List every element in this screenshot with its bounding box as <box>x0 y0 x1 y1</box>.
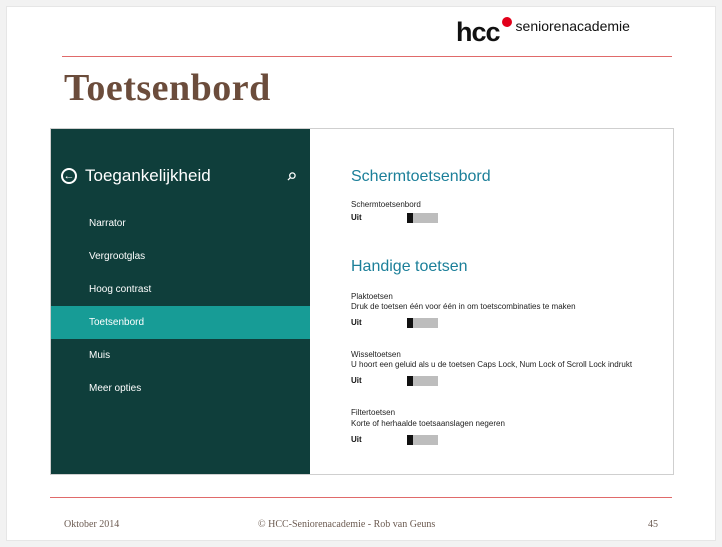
section-heading-screen-keyboard: Schermtoetsenbord <box>351 168 491 185</box>
sidebar-title: Toegankelijkheid <box>85 166 211 185</box>
sidebar-item-toetsenbord[interactable]: Toetsenbord <box>51 306 310 339</box>
toggle-keys-toggle[interactable] <box>407 376 438 386</box>
toggle-knob <box>407 213 413 223</box>
footer-date: Oktober 2014 <box>64 519 120 530</box>
back-arrow-icon[interactable]: ← <box>61 168 77 184</box>
toggle-keys-value: Uit <box>351 376 362 385</box>
sidebar-item-narrator[interactable]: Narrator <box>51 207 310 240</box>
slide: hcc seniorenacademie Toetsenbord ← Toega… <box>0 0 722 547</box>
sidebar-item-muis[interactable]: Muis <box>51 339 310 372</box>
sidebar-item-label: Toetsenbord <box>89 317 145 328</box>
toggle-keys-description: U hoort een geluid als u de toetsen Caps… <box>351 360 633 369</box>
screen-keyboard-value: Uit <box>351 213 362 222</box>
settings-sidebar: ← Toegankelijkheid Narrator Vergrootglas… <box>51 129 310 474</box>
hcc-logo: hcc seniorenacademie <box>456 17 630 47</box>
footer-credit: © HCC-Seniorenacademie - Rob van Geuns <box>258 519 436 530</box>
search-icon[interactable] <box>287 172 296 181</box>
sidebar-item-meer-opties[interactable]: Meer opties <box>51 372 310 405</box>
toggle-knob <box>407 435 413 445</box>
sidebar-item-hoog-contrast[interactable]: Hoog contrast <box>51 273 310 306</box>
sidebar-item-label: Hoog contrast <box>89 284 152 295</box>
toggle-knob <box>407 318 413 328</box>
top-divider <box>62 56 672 57</box>
sidebar-item-vergrootglas[interactable]: Vergrootglas <box>51 240 310 273</box>
sidebar-item-label: Vergrootglas <box>89 251 146 262</box>
sidebar-item-label: Muis <box>89 350 111 361</box>
footer-page-number: 45 <box>648 519 658 530</box>
sticky-keys-value: Uit <box>351 318 362 327</box>
section-heading-handy-keys: Handige toetsen <box>351 258 468 275</box>
toggle-keys-label: Wisseltoetsen <box>351 350 401 359</box>
sidebar-header: ← Toegankelijkheid <box>61 166 211 186</box>
sticky-keys-description: Druk de toetsen één voor één in om toets… <box>351 302 576 311</box>
sidebar-item-label: Narrator <box>89 218 126 229</box>
toggle-knob <box>407 376 413 386</box>
filter-keys-value: Uit <box>351 435 362 444</box>
sidebar-item-label: Meer opties <box>89 383 142 394</box>
logo-dot-icon <box>501 17 512 27</box>
logo-hcc-text: hcc <box>456 17 501 47</box>
filter-keys-toggle[interactable] <box>407 435 438 445</box>
sticky-keys-label: Plaktoetsen <box>351 292 393 301</box>
settings-screenshot: ← Toegankelijkheid Narrator Vergrootglas… <box>50 128 674 475</box>
slide-title: Toetsenbord <box>64 67 271 109</box>
screen-keyboard-toggle[interactable] <box>407 213 438 223</box>
screen-keyboard-label: Schermtoetsenbord <box>351 200 421 209</box>
sticky-keys-toggle[interactable] <box>407 318 438 328</box>
bottom-divider <box>50 497 672 498</box>
filter-keys-description: Korte of herhaalde toetsaanslagen negere… <box>351 419 505 428</box>
logo-academy-text: seniorenacademie <box>515 18 630 34</box>
filter-keys-label: Filtertoetsen <box>351 408 396 417</box>
sidebar-nav: Narrator Vergrootglas Hoog contrast Toet… <box>51 207 310 405</box>
